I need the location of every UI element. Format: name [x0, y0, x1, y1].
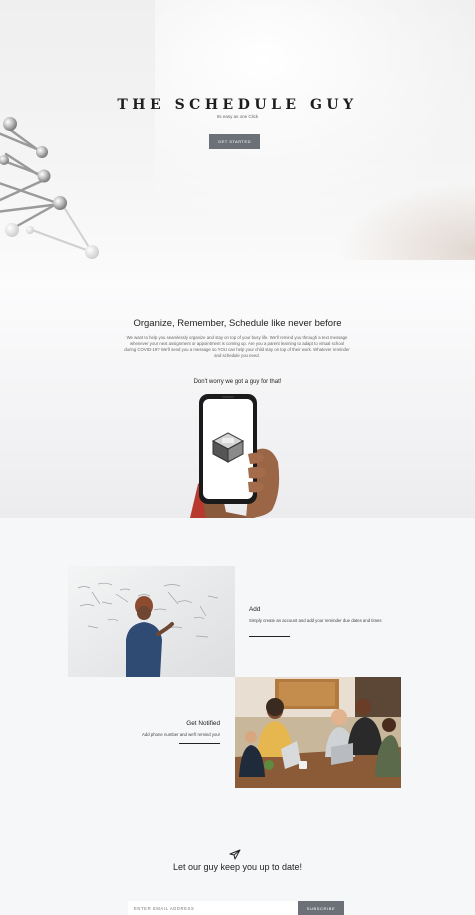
- about-tagline: Don't worry we got a guy for that!: [193, 379, 282, 385]
- email-input[interactable]: [128, 901, 298, 915]
- feature-add-title: Add: [249, 606, 261, 613]
- phone-in-hand-image: [190, 394, 280, 518]
- about-section: Organize, Remember, Schedule like never …: [0, 280, 475, 518]
- feature-notified-divider: [179, 743, 220, 744]
- hero-hinge-shadow: [315, 170, 475, 260]
- feature-notified-description: Add phone number and we'll remind you!: [142, 732, 220, 737]
- newsletter-heading: Let our guy keep you up to date!: [172, 862, 303, 872]
- get-started-button[interactable]: GET STARTED: [209, 134, 260, 149]
- site-title: THE SCHEDULE GUY: [117, 97, 358, 113]
- about-heading: Organize, Remember, Schedule like never …: [133, 318, 342, 329]
- feature-add-description: Simply create an account and add your re…: [249, 618, 382, 623]
- subscribe-button[interactable]: SUBSCRIBE: [298, 901, 344, 915]
- hero-subtitle: Its easy as one Click: [216, 114, 259, 119]
- paper-plane-icon: [229, 849, 241, 860]
- feature-notified-title: Get Notified: [186, 720, 220, 727]
- whiteboard-photo: [68, 566, 235, 677]
- feature-add-divider: [249, 636, 290, 637]
- about-description: We want to help you seamlessly organize …: [124, 335, 350, 359]
- team-meeting-photo: [235, 677, 401, 788]
- hero-section: THE SCHEDULE GUY Its easy as one Click G…: [0, 0, 475, 280]
